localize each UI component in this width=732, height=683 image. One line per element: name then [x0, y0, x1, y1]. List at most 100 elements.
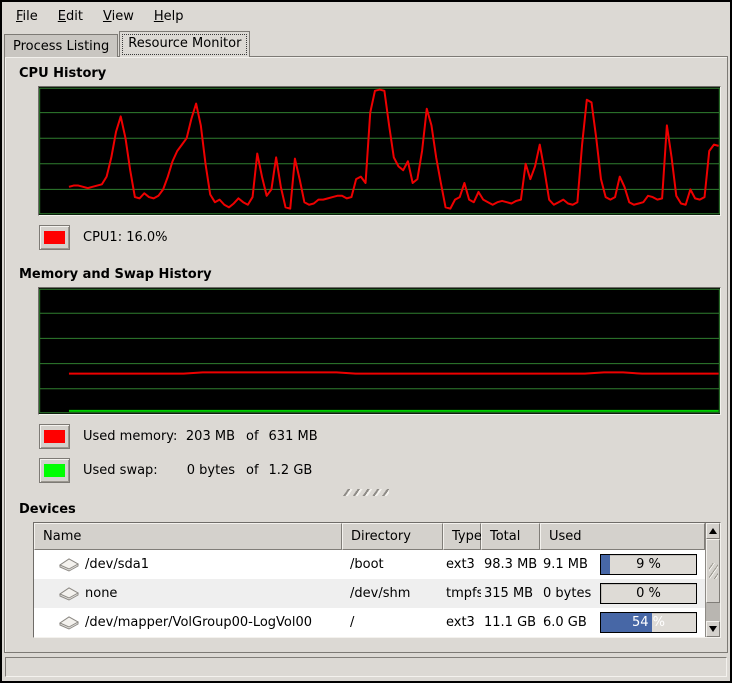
- cell-used: 9.1 MB 9 %: [540, 554, 705, 575]
- cpu-color-button[interactable]: [39, 225, 70, 250]
- cell-total: 98.3 MB: [481, 557, 540, 572]
- swap-legend: Used swap: 0 bytes of 1.2 GB: [39, 458, 727, 483]
- scroll-up-button[interactable]: [706, 523, 720, 539]
- swap-label: Used swap:: [83, 463, 180, 478]
- cpu-history-title: CPU History: [19, 66, 727, 81]
- used-value: 0 bytes: [543, 586, 591, 601]
- cell-name: /dev/mapper/VolGroup00-LogVol00: [34, 615, 342, 630]
- cpu-history-graph: [38, 86, 721, 216]
- swap-legend-text: Used swap: 0 bytes of 1.2 GB: [83, 463, 312, 478]
- harddisk-icon: [58, 557, 80, 572]
- memory-legend-text: Used memory: 203 MB of 631 MB: [83, 429, 318, 444]
- memory-legend: Used memory: 203 MB of 631 MB: [39, 424, 727, 449]
- system-monitor-window: File Edit View Help Process Listing Reso…: [0, 0, 732, 683]
- menu-view[interactable]: View: [93, 5, 144, 28]
- column-label: Type: [452, 529, 482, 544]
- devices-title: Devices: [19, 502, 727, 517]
- memory-color-button[interactable]: [39, 424, 70, 449]
- status-area: [2, 653, 730, 681]
- memory-color-swatch: [44, 430, 65, 443]
- cpu-usage-line: [69, 90, 719, 209]
- progress-label: 9 %: [601, 555, 696, 574]
- arrow-down-icon: [709, 626, 717, 632]
- scroll-down-button[interactable]: [706, 621, 720, 637]
- cell-type: ext3: [443, 615, 481, 630]
- scrollbar-trough[interactable]: [706, 603, 720, 621]
- gridlines: [40, 313, 720, 389]
- swap-color-button[interactable]: [39, 458, 70, 483]
- cell-type: tmpfs: [443, 586, 481, 601]
- menu-file[interactable]: File: [6, 5, 48, 28]
- cell-total: 315 MB: [481, 586, 540, 601]
- cpu-legend: CPU1: 16.0%: [39, 225, 727, 250]
- tab-process-listing[interactable]: Process Listing: [4, 34, 118, 57]
- column-header-name[interactable]: Name: [34, 523, 342, 550]
- device-name: none: [85, 586, 117, 601]
- cpu-usage-text: CPU1: 16.0%: [83, 230, 168, 245]
- cell-type: ext3: [443, 557, 481, 572]
- column-header-used[interactable]: Used: [540, 523, 705, 550]
- usage-progress-bar: 0 %: [600, 583, 697, 604]
- column-label: Directory: [351, 529, 411, 544]
- column-label: Total: [490, 529, 520, 544]
- cell-directory: /: [342, 615, 443, 630]
- column-label: Used: [549, 529, 582, 544]
- memory-history-title: Memory and Swap History: [19, 267, 727, 282]
- used-value: 9.1 MB: [543, 557, 588, 572]
- scrollbar-thumb[interactable]: [706, 539, 720, 603]
- menubar: File Edit View Help: [2, 2, 730, 30]
- cell-directory: /boot: [342, 557, 443, 572]
- gridlines: [40, 113, 720, 190]
- resource-monitor-page: CPU History CPU1: 16.0% Memory and Swap …: [4, 56, 728, 653]
- table-row-none[interactable]: none /dev/shm tmpfs 315 MB 0 bytes 0 %: [34, 579, 705, 608]
- tab-resource-monitor[interactable]: Resource Monitor: [119, 31, 250, 57]
- swap-used-value: 0 bytes: [180, 463, 235, 478]
- memory-history-chart: [39, 288, 720, 414]
- table-row-volgroup[interactable]: /dev/mapper/VolGroup00-LogVol00 / ext3 1…: [34, 608, 705, 637]
- devices-table: Name Directory Type Total Used /dev/sda1: [34, 523, 705, 637]
- cpu-history-chart: [39, 87, 720, 215]
- cpu-legend-label: CPU1: 16.0%: [83, 230, 168, 245]
- pane-resize-grip[interactable]: [343, 489, 389, 496]
- devices-scrollbar[interactable]: [705, 523, 720, 637]
- swap-total-value: 1.2 GB: [269, 463, 313, 478]
- graph-border: [40, 289, 720, 412]
- memory-of-text: of: [246, 429, 259, 444]
- tab-bar: Process Listing Resource Monitor: [2, 30, 730, 57]
- harddisk-icon: [58, 615, 80, 630]
- device-name: /dev/mapper/VolGroup00-LogVol00: [85, 615, 312, 630]
- usage-progress-bar: 54 %: [600, 612, 697, 633]
- progress-label: 54 %: [601, 613, 696, 632]
- menu-edit[interactable]: Edit: [48, 5, 93, 28]
- usage-progress-bar: 9 %: [600, 554, 697, 575]
- cell-total: 11.1 GB: [481, 615, 540, 630]
- tab-label: Process Listing: [13, 39, 109, 54]
- progress-label: 0 %: [601, 584, 696, 603]
- swap-color-swatch: [44, 464, 65, 477]
- devices-table-header: Name Directory Type Total Used: [34, 523, 705, 550]
- table-row-dev-sda1[interactable]: /dev/sda1 /boot ext3 98.3 MB 9.1 MB 9 %: [34, 550, 705, 579]
- column-label: Name: [43, 529, 81, 544]
- harddisk-icon: [58, 586, 80, 601]
- used-value: 6.0 GB: [543, 615, 587, 630]
- memory-label: Used memory:: [83, 429, 180, 444]
- device-name: /dev/sda1: [85, 557, 149, 572]
- column-header-total[interactable]: Total: [481, 523, 540, 550]
- cell-directory: /dev/shm: [342, 586, 443, 601]
- swap-of-text: of: [246, 463, 259, 478]
- tab-label: Resource Monitor: [128, 36, 241, 51]
- cell-name: /dev/sda1: [34, 557, 342, 572]
- arrow-up-icon: [709, 528, 717, 534]
- cell-name: none: [34, 586, 342, 601]
- devices-table-frame: Name Directory Type Total Used /dev/sda1: [33, 522, 721, 638]
- cell-used: 0 bytes 0 %: [540, 583, 705, 604]
- column-header-type[interactable]: Type: [443, 523, 481, 550]
- column-header-directory[interactable]: Directory: [342, 523, 443, 550]
- memory-total-value: 631 MB: [269, 429, 318, 444]
- thumb-grip-icon: [709, 563, 718, 579]
- used-memory-line: [69, 372, 719, 373]
- cell-used: 6.0 GB 54 %: [540, 612, 705, 633]
- memory-used-value: 203 MB: [180, 429, 235, 444]
- menu-help[interactable]: Help: [144, 5, 194, 28]
- memory-history-graph: [38, 287, 721, 415]
